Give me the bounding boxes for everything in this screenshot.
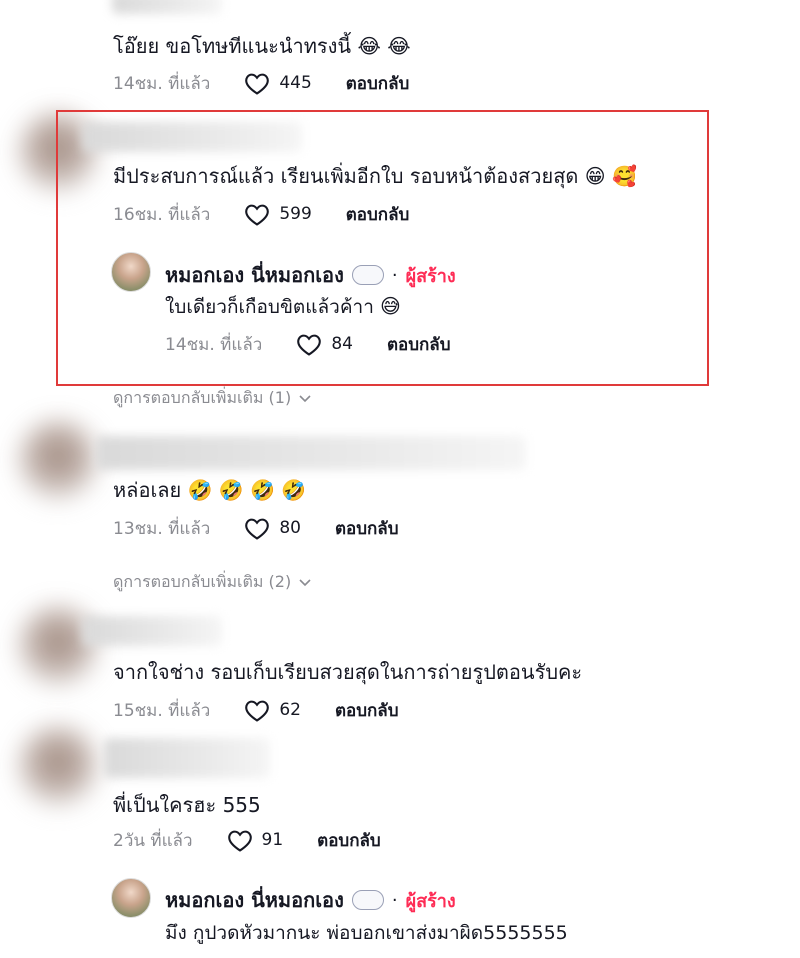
comment-time: 15ชม. ที่แล้ว (113, 700, 211, 721)
view-more-replies[interactable]: ดูการตอบกลับเพิ่มเติม (2) (113, 570, 311, 595)
comment-text: พี่เป็นใครฮะ 555 (113, 793, 261, 817)
blurred-avatar (18, 726, 98, 806)
creator-name[interactable]: หมอกเอง นี่หมอกเอง (165, 884, 344, 916)
comment-time: 13ชม. ที่แล้ว (113, 518, 211, 539)
view-more-replies[interactable]: ดูการตอบกลับเพิ่มเติม (1) (113, 386, 311, 411)
chevron-down-icon (299, 394, 311, 402)
comment-text: โอ๊ยย ขอโทษทีแนะนำทรงนี้ 😂 😂 (113, 34, 411, 58)
creator-name-row: หมอกเอง นี่หมอกเอง · ผู้สร้าง (165, 884, 456, 916)
highlight-box (56, 110, 709, 386)
like-count: 62 (279, 700, 301, 720)
comment-meta: 15ชม. ที่แล้ว 62 ตอบกลับ (113, 696, 399, 724)
comment-meta: 2วัน ที่แล้ว 91 ตอบกลับ (113, 826, 381, 854)
like-count: 80 (279, 518, 301, 538)
comment-meta: 13ชม. ที่แล้ว 80 ตอบกลับ (113, 514, 399, 542)
heart-icon (245, 73, 270, 95)
like-count: 91 (261, 830, 284, 850)
heart-icon (245, 518, 270, 540)
like-button[interactable]: 80 (244, 517, 301, 540)
reply-button[interactable]: ตอบกลับ (335, 515, 399, 542)
comment-time: 14ชม. ที่แล้ว (113, 73, 211, 94)
blurred-username (104, 738, 270, 778)
like-button[interactable]: 91 (227, 829, 284, 852)
laughing-emoji: 😂 😂 (357, 34, 411, 58)
blurred-username (82, 616, 222, 646)
blurred-avatar (18, 420, 98, 500)
separator-dot: · (391, 889, 398, 911)
rofl-emoji: 🤣 🤣 🤣 🤣 (187, 478, 307, 502)
blurred-username (96, 436, 526, 470)
comment-text: หล่อเลย 🤣 🤣 🤣 🤣 (113, 478, 307, 502)
reply-button[interactable]: ตอบกลับ (346, 70, 410, 97)
like-button[interactable]: 62 (244, 699, 301, 722)
heart-icon (245, 700, 270, 722)
chevron-down-icon (299, 578, 311, 586)
reply-button[interactable]: ตอบกลับ (317, 827, 381, 854)
like-count: 445 (279, 73, 312, 93)
blurred-username (112, 0, 222, 14)
reply-button[interactable]: ตอบกลับ (335, 697, 399, 724)
heart-icon (227, 830, 252, 852)
comment-text: จากใจช่าง รอบเก็บเรียบสวยสุดในการถ่ายรูป… (113, 660, 583, 684)
creator-badge: ผู้สร้าง (405, 890, 456, 912)
comment-time: 2วัน ที่แล้ว (113, 830, 193, 851)
like-button[interactable]: 445 (244, 72, 312, 95)
reply-text: มึง กูปวดหัวมากนะ พ่อบอกเขาส่งมาผิด55555… (165, 922, 568, 944)
creator-avatar[interactable] (111, 878, 151, 918)
cloud-icon (351, 890, 384, 910)
comment-meta: 14ชม. ที่แล้ว 445 ตอบกลับ (113, 69, 409, 97)
